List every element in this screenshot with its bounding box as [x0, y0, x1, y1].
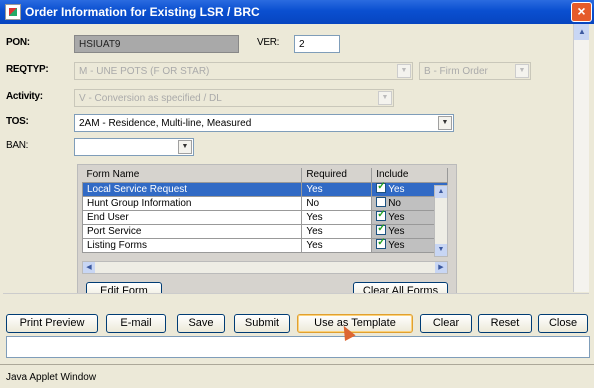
- pon-label: PON:: [6, 37, 30, 48]
- reqtyp-select[interactable]: M - UNE POTS (F OR STAR) ▼: [74, 62, 413, 80]
- chevron-down-icon: ▼: [397, 64, 411, 78]
- include-checkbox[interactable]: [376, 237, 387, 249]
- table-vertical-scrollbar[interactable]: ▲ ▼: [434, 185, 448, 257]
- column-header-required[interactable]: Required: [301, 168, 373, 183]
- include-label: Yes: [388, 212, 405, 223]
- chevron-down-icon: ▼: [438, 116, 452, 130]
- required-cell: Yes: [301, 209, 373, 225]
- scroll-up-icon[interactable]: ▲: [574, 24, 589, 40]
- scroll-up-icon[interactable]: ▲: [435, 186, 447, 198]
- window-title: Order Information for Existing LSR / BRC: [25, 5, 260, 19]
- table-horizontal-scrollbar[interactable]: ◀ ▶: [82, 261, 448, 274]
- form-name-cell: Hunt Group Information: [81, 195, 303, 211]
- include-label: Yes: [388, 240, 405, 251]
- activity-select[interactable]: V - Conversion as specified / DL ▼: [74, 89, 394, 107]
- ver-field[interactable]: 2: [294, 35, 340, 53]
- required-cell: Yes: [301, 223, 373, 239]
- include-checkbox[interactable]: [376, 209, 387, 221]
- table-row[interactable]: Port ServiceYesYes: [81, 223, 448, 239]
- chevron-down-icon: ▼: [378, 91, 392, 105]
- scroll-left-icon[interactable]: ◀: [83, 262, 95, 273]
- chevron-down-icon: ▼: [515, 64, 529, 78]
- title-bar: Order Information for Existing LSR / BRC…: [0, 0, 594, 24]
- scroll-right-icon[interactable]: ▶: [435, 262, 447, 273]
- reset-button[interactable]: Reset: [478, 314, 532, 333]
- save-button[interactable]: Save: [177, 314, 225, 333]
- ban-select[interactable]: ▼: [74, 138, 194, 156]
- include-label: No: [388, 198, 401, 209]
- scroll-down-icon[interactable]: ▼: [435, 244, 447, 256]
- activity-label: Activity:: [6, 91, 43, 102]
- required-cell: No: [301, 195, 373, 211]
- email-button[interactable]: E-mail: [106, 314, 166, 333]
- table-row[interactable]: End UserYesYes: [81, 209, 448, 225]
- reqtyp-label: REQTYP:: [6, 64, 49, 75]
- activity-value: V - Conversion as specified / DL: [79, 93, 222, 104]
- include-label: Yes: [388, 226, 405, 237]
- reqtyp-value: M - UNE POTS (F OR STAR): [79, 66, 210, 77]
- column-header-include[interactable]: Include: [371, 168, 448, 183]
- include-label: Yes: [388, 184, 405, 195]
- clear-button[interactable]: Clear: [420, 314, 472, 333]
- tos-select[interactable]: 2AM - Residence, Multi-line, Measured ▼: [74, 114, 454, 132]
- required-cell: Yes: [301, 237, 373, 253]
- status-bar: Java Applet Window: [0, 364, 594, 388]
- include-checkbox[interactable]: [376, 181, 387, 193]
- window-horizontal-scrollbar[interactable]: ◀ ||| ▶: [3, 293, 589, 294]
- ban-label: BAN:: [6, 140, 29, 151]
- tos-label: TOS:: [6, 116, 29, 127]
- order-type-value: B - Firm Order: [424, 66, 488, 77]
- app-icon: [5, 4, 21, 20]
- form-area: PON: HSIUAT9 VER: 2 REQTYP: M - UNE POTS…: [3, 24, 589, 294]
- window-vertical-scrollbar[interactable]: ▲: [573, 24, 589, 292]
- submit-button[interactable]: Submit: [234, 314, 290, 333]
- close-button[interactable]: Close: [538, 314, 588, 333]
- ver-label: VER:: [257, 37, 280, 48]
- order-type-select[interactable]: B - Firm Order ▼: [419, 62, 531, 80]
- table-row[interactable]: Listing FormsYesYes: [81, 237, 448, 253]
- close-window-button[interactable]: ×: [571, 2, 592, 22]
- forms-panel: Form Name Required Include Local Service…: [77, 164, 457, 294]
- table-row[interactable]: Local Service RequestYesYes: [81, 181, 448, 197]
- print-preview-button[interactable]: Print Preview: [6, 314, 98, 333]
- table-row[interactable]: Hunt Group Information No No: [81, 195, 448, 211]
- include-checkbox[interactable]: [376, 197, 387, 207]
- form-name-cell: End User: [81, 209, 303, 225]
- use-as-template-button[interactable]: Use as Template: [297, 314, 413, 333]
- column-header-form-name[interactable]: Form Name: [82, 168, 303, 183]
- chevron-down-icon: ▼: [178, 140, 192, 154]
- message-box: [6, 336, 590, 358]
- form-name-cell: Listing Forms: [81, 237, 303, 253]
- required-cell: Yes: [301, 181, 373, 197]
- pon-field[interactable]: HSIUAT9: [74, 35, 239, 53]
- form-name-cell: Local Service Request: [81, 181, 303, 197]
- form-name-cell: Port Service: [81, 223, 303, 239]
- forms-table: Form Name Required Include Local Service…: [81, 168, 448, 253]
- action-bar: Print Preview E-mail Save Submit Use as …: [0, 308, 594, 336]
- tos-value: 2AM - Residence, Multi-line, Measured: [79, 118, 252, 129]
- include-checkbox[interactable]: [376, 223, 387, 235]
